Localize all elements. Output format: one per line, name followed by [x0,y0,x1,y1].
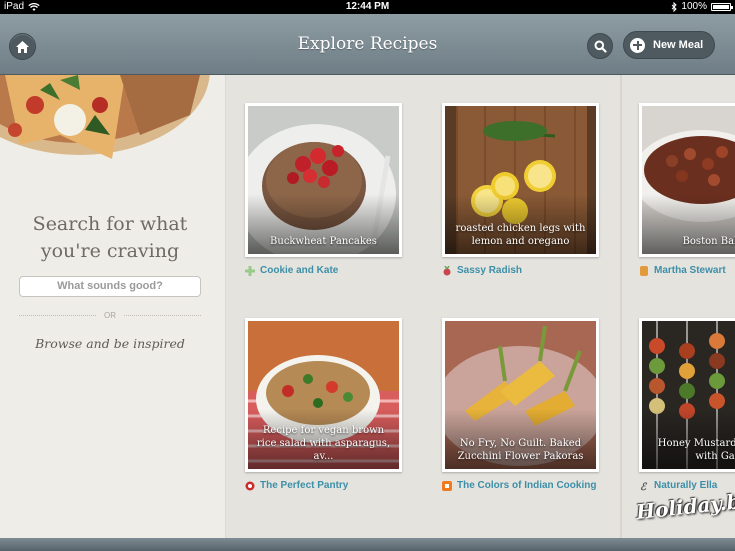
recipe-caption: Boston Baked [682,236,735,247]
divider-line [124,315,201,316]
recipe-caption: Recipe for vegan brown rice salad with a… [256,425,391,462]
divider-line [19,315,96,316]
recipe-photo: Recipe for vegan brown rice salad with a… [248,321,399,469]
search-sidebar: Search for what you're craving What soun… [0,75,226,538]
radish-icon [443,265,451,275]
recipe-card[interactable]: Honey Mustard Kabobs with Gar [639,318,735,472]
recipe-caption: roasted chicken legs with lemon and oreg… [455,223,586,247]
recipe-caption: Honey Mustard Kabobs with Gar [657,438,735,462]
pizza-image [0,75,210,160]
recipe-grid: Buckwheat Pancakes Cookie and Kate roast… [226,75,735,538]
source-name: The Colors of Indian Cooking [457,480,597,491]
recipe-card[interactable]: Buckwheat Pancakes [245,103,402,257]
recipe-source-link[interactable]: ℰ Naturally Ella [639,480,717,491]
blogger-icon [442,480,452,491]
recipe-card[interactable]: Recipe for vegan brown rice salad with a… [245,318,402,472]
recipe-source-link[interactable]: The Perfect Pantry [245,480,348,491]
source-name: The Perfect Pantry [260,480,349,491]
recipe-caption: Buckwheat Pancakes [270,236,377,247]
or-divider: OR [19,311,201,320]
search-icon [594,40,607,53]
new-meal-label: New Meal [653,39,704,51]
cookie-and-kate-icon [245,265,255,276]
recipe-photo: Buckwheat Pancakes [248,106,399,254]
recipe-source-link[interactable]: The Colors of Indian Cooking [442,480,596,491]
recipe-photo: roasted chicken legs with lemon and oreg… [445,106,596,254]
search-button[interactable] [587,33,613,59]
recipe-photo: No Fry, No Guilt. Baked Zucchini Flower … [445,321,596,469]
recipe-source-link[interactable]: Sassy Radish [442,265,522,276]
bluetooth-icon [672,2,678,12]
search-input[interactable]: What sounds good? [19,276,201,297]
naturally-ella-icon: ℰ [640,482,648,491]
recipe-card[interactable]: No Fry, No Guilt. Baked Zucchini Flower … [442,318,599,472]
recipe-card[interactable]: Boston Baked [639,103,735,257]
search-heading: Search for what you're craving [32,213,188,262]
recipe-photo: Honey Mustard Kabobs with Gar [642,321,735,469]
nav-bar: Explore Recipes New Meal [0,14,735,75]
battery-icon [711,3,733,11]
recipe-source-link[interactable]: Cookie and Kate [245,265,338,276]
martha-stewart-icon [640,265,648,276]
source-name: Cookie and Kate [260,265,339,276]
or-label: OR [104,311,116,320]
svg-text:ℰ: ℰ [640,482,648,491]
recipe-card[interactable]: roasted chicken legs with lemon and oreg… [442,103,599,257]
recipe-source-link[interactable]: Martha Stewart [639,265,726,276]
new-meal-button[interactable]: New Meal [623,31,715,59]
source-name: Martha Stewart [654,265,726,276]
recipe-photo: Boston Baked [642,106,735,254]
browse-link[interactable]: Browse and be inspired [0,336,220,351]
status-time: 12:44 PM [345,1,390,12]
perfect-pantry-icon [245,481,255,490]
column-divider [620,75,622,538]
recipe-caption: No Fry, No Guilt. Baked Zucchini Flower … [457,438,584,462]
source-name: Naturally Ella [654,480,718,491]
battery-percent: 100% [681,1,707,12]
plus-icon [630,37,645,53]
status-right: 100% [671,0,733,14]
source-name: Sassy Radish [457,265,523,276]
bottom-bar [0,538,735,551]
status-bar: iPad 12:44 PM 100% [0,0,735,14]
